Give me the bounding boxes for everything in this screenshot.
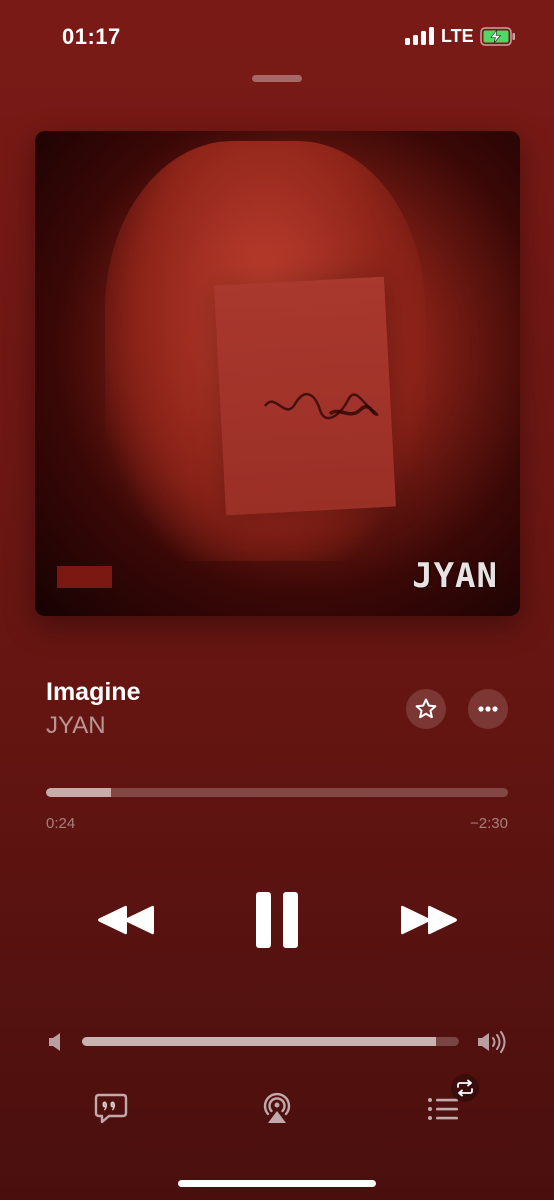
playback-scrubber[interactable]: [46, 788, 508, 797]
time-remaining: −2:30: [470, 815, 508, 832]
airplay-icon[interactable]: [259, 1090, 295, 1126]
speaker-low-icon: [49, 1033, 60, 1051]
sheet-grabber[interactable]: [252, 75, 302, 82]
status-time: 01:17: [62, 24, 121, 49]
ellipsis-icon: [478, 706, 498, 712]
repeat-icon: [451, 1074, 479, 1102]
track-artist[interactable]: JYAN: [46, 712, 106, 740]
pause-icon[interactable]: [252, 890, 302, 950]
battery-charging-icon: [480, 27, 515, 46]
track-title: Imagine: [46, 678, 141, 706]
volume-level-fill: [82, 1037, 437, 1046]
speaker-high-icon: [478, 1031, 506, 1053]
star-icon: [415, 698, 437, 719]
playback-progress-fill: [46, 788, 111, 797]
album-artwork: JYAN: [35, 131, 520, 616]
cellular-signal-icon: [405, 27, 435, 45]
home-indicator[interactable]: [178, 1180, 376, 1187]
artwork-sticker: [57, 566, 112, 588]
more-button[interactable]: [468, 689, 508, 729]
favorite-button[interactable]: [406, 689, 446, 729]
artwork-scribble: [263, 392, 379, 420]
fast-forward-icon[interactable]: [399, 900, 459, 940]
status-bar: 01:17 LTE: [0, 0, 554, 70]
time-elapsed: 0:24: [46, 815, 76, 832]
lyrics-icon[interactable]: [93, 1092, 129, 1126]
artwork-logo: JYAN: [412, 556, 498, 596]
volume-slider[interactable]: [82, 1037, 459, 1046]
network-type: LTE: [441, 26, 474, 46]
rewind-icon[interactable]: [96, 900, 156, 940]
